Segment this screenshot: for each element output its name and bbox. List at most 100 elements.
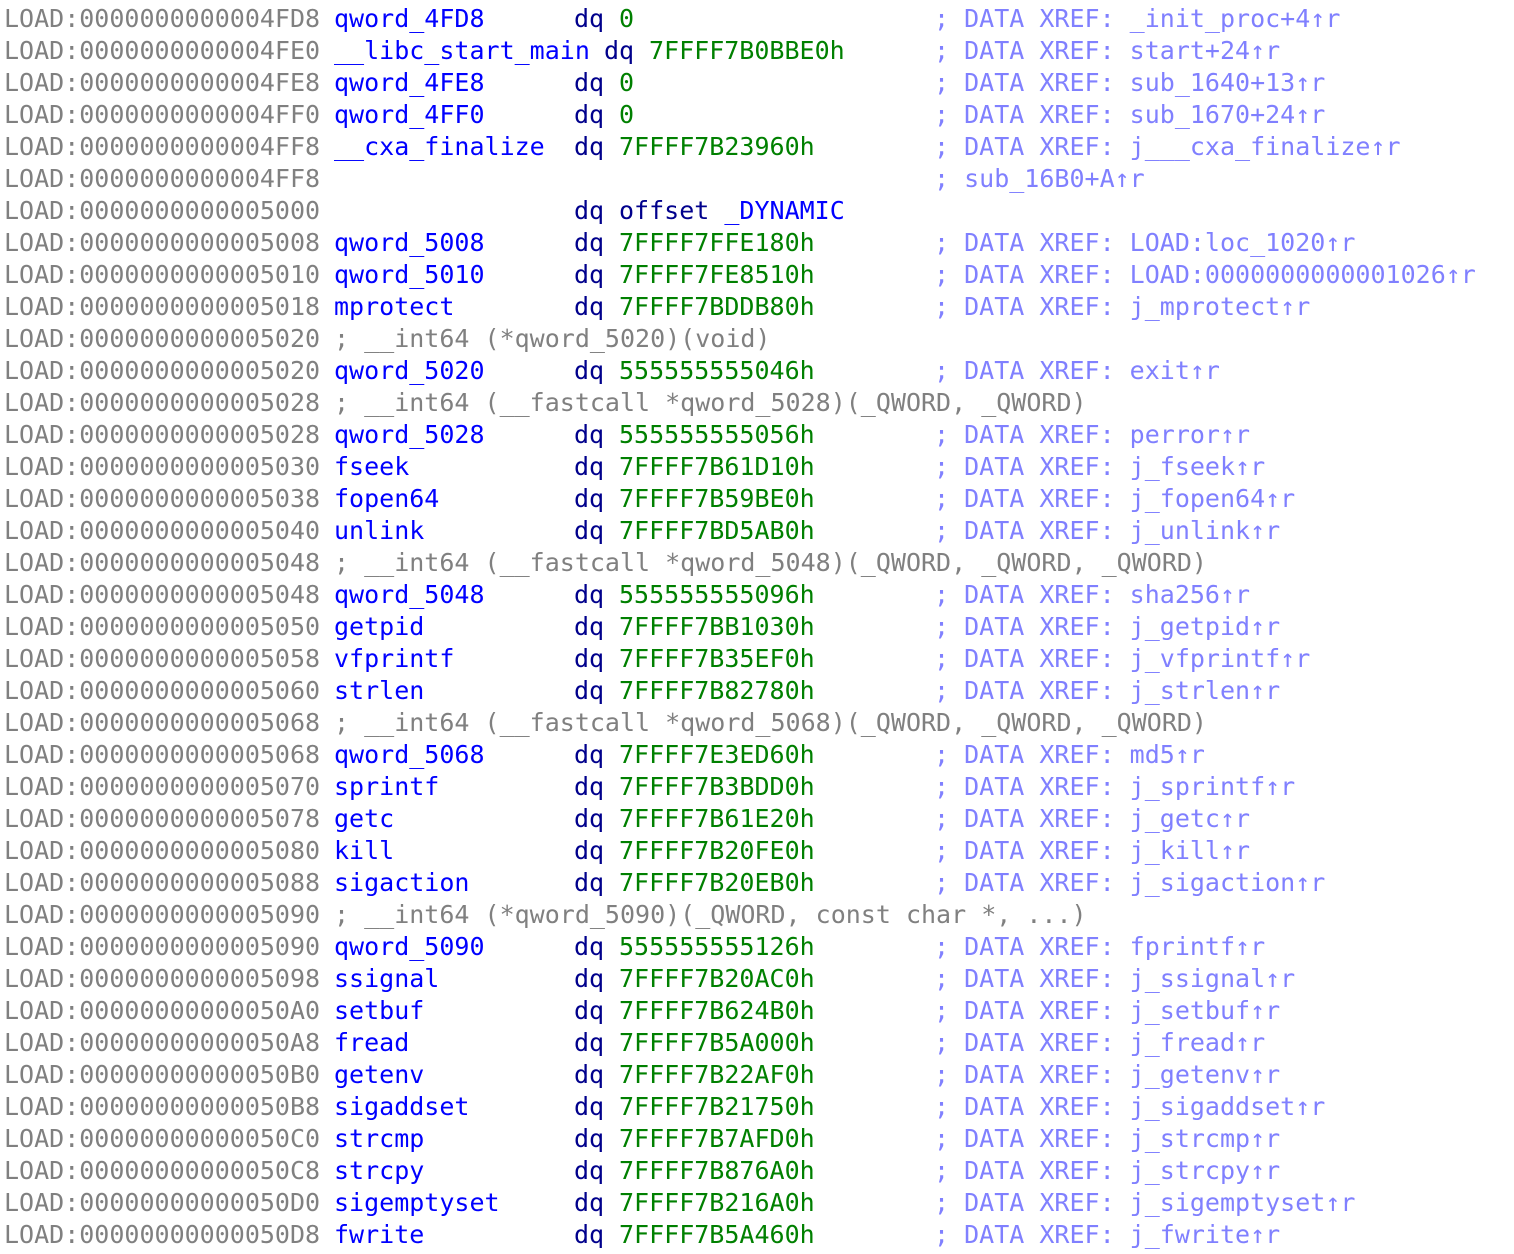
line-address[interactable]: LOAD:0000000000005068 <box>4 739 320 771</box>
line-address[interactable]: LOAD:0000000000005070 <box>4 771 320 803</box>
symbol-name[interactable]: strlen <box>334 675 424 707</box>
line-address[interactable]: LOAD:0000000000005018 <box>4 291 320 323</box>
line-address[interactable]: LOAD:0000000000005008 <box>4 227 320 259</box>
line-address[interactable]: LOAD:0000000000004FF8 <box>4 163 320 195</box>
symbol-name[interactable]: qword_5020 <box>334 355 485 387</box>
line-address[interactable]: LOAD:0000000000005068 <box>4 707 320 739</box>
line-address[interactable]: LOAD:0000000000005030 <box>4 451 320 483</box>
xref-comment[interactable]: ; DATA XREF: j_unlink↑r <box>934 515 1280 547</box>
line-address[interactable]: LOAD:0000000000005038 <box>4 483 320 515</box>
line-address[interactable]: LOAD:0000000000005050 <box>4 611 320 643</box>
xref-comment[interactable]: ; DATA XREF: perror↑r <box>934 419 1250 451</box>
line-address[interactable]: LOAD:0000000000005078 <box>4 803 320 835</box>
symbol-name[interactable]: qword_5068 <box>334 739 485 771</box>
symbol-name[interactable]: qword_5010 <box>334 259 485 291</box>
operand[interactable]: offset _DYNAMIC <box>619 195 845 227</box>
operand-symbol[interactable]: _DYNAMIC <box>724 196 844 225</box>
symbol-name[interactable]: qword_5028 <box>334 419 485 451</box>
xref-comment[interactable]: ; DATA XREF: j_fread↑r <box>934 1027 1265 1059</box>
symbol-name[interactable]: fseek <box>334 451 409 483</box>
symbol-name[interactable]: fopen64 <box>334 483 439 515</box>
xref-comment[interactable]: ; DATA XREF: exit↑r <box>934 355 1220 387</box>
line-address[interactable]: LOAD:0000000000005028 <box>4 387 320 419</box>
line-address[interactable]: LOAD:0000000000005000 <box>4 195 320 227</box>
xref-comment[interactable]: ; DATA XREF: _init_proc+4↑r <box>934 3 1340 35</box>
line-address[interactable]: LOAD:0000000000005060 <box>4 675 320 707</box>
xref-comment[interactable]: ; DATA XREF: j_sigaction↑r <box>934 867 1325 899</box>
symbol-name[interactable]: vfprintf <box>334 643 454 675</box>
xref-comment[interactable]: ; DATA XREF: sub_1670+24↑r <box>934 99 1325 131</box>
symbol-name[interactable]: sigaction <box>334 867 469 899</box>
line-address[interactable]: LOAD:0000000000005090 <box>4 899 320 931</box>
symbol-name[interactable]: sigaddset <box>334 1091 469 1123</box>
symbol-name[interactable]: __cxa_finalize <box>334 131 545 163</box>
xref-comment[interactable]: ; DATA XREF: j_strcmp↑r <box>934 1123 1280 1155</box>
xref-comment[interactable]: ; DATA XREF: md5↑r <box>934 739 1205 771</box>
xref-comment[interactable]: ; DATA XREF: j_getpid↑r <box>934 611 1280 643</box>
line-address[interactable]: LOAD:0000000000005020 <box>4 355 320 387</box>
line-address[interactable]: LOAD:0000000000004FE0 <box>4 35 320 67</box>
symbol-name[interactable]: qword_5090 <box>334 931 485 963</box>
symbol-name[interactable]: mprotect <box>334 291 454 323</box>
xref-comment[interactable]: ; DATA XREF: j_setbuf↑r <box>934 995 1280 1027</box>
line-address[interactable]: LOAD:0000000000005010 <box>4 259 320 291</box>
xref-comment[interactable]: ; DATA XREF: j_sprintf↑r <box>934 771 1295 803</box>
line-address[interactable]: LOAD:0000000000004FF0 <box>4 99 320 131</box>
xref-comment[interactable]: ; DATA XREF: j_kill↑r <box>934 835 1250 867</box>
xref-comment[interactable]: ; DATA XREF: sub_1640+13↑r <box>934 67 1325 99</box>
xref-comment[interactable]: ; DATA XREF: start+24↑r <box>934 35 1280 67</box>
line-address[interactable]: LOAD:00000000000050B0 <box>4 1059 320 1091</box>
line-address[interactable]: LOAD:0000000000004FF8 <box>4 131 320 163</box>
symbol-name[interactable]: qword_5048 <box>334 579 485 611</box>
symbol-name[interactable]: setbuf <box>334 995 424 1027</box>
xref-comment[interactable]: ; DATA XREF: j_fwrite↑r <box>934 1219 1280 1251</box>
line-address[interactable]: LOAD:0000000000005040 <box>4 515 320 547</box>
xref-comment[interactable]: ; DATA XREF: j_vfprintf↑r <box>934 643 1310 675</box>
xref-comment[interactable]: ; DATA XREF: j_fseek↑r <box>934 451 1265 483</box>
symbol-name[interactable]: qword_4FF0 <box>334 99 485 131</box>
xref-comment[interactable]: ; DATA XREF: j___cxa_finalize↑r <box>934 131 1401 163</box>
line-address[interactable]: LOAD:00000000000050D8 <box>4 1219 320 1251</box>
symbol-name[interactable]: fread <box>334 1027 409 1059</box>
xref-comment[interactable]: ; DATA XREF: j_getenv↑r <box>934 1059 1280 1091</box>
xref-comment[interactable]: ; DATA XREF: j_getc↑r <box>934 803 1250 835</box>
symbol-name[interactable]: getenv <box>334 1059 424 1091</box>
xref-comment[interactable]: ; DATA XREF: sha256↑r <box>934 579 1250 611</box>
xref-comment[interactable]: ; DATA XREF: j_sigemptyset↑r <box>934 1187 1355 1219</box>
line-address[interactable]: LOAD:00000000000050D0 <box>4 1187 320 1219</box>
symbol-name[interactable]: qword_4FD8 <box>334 3 485 35</box>
symbol-name[interactable]: getpid <box>334 611 424 643</box>
line-address[interactable]: LOAD:00000000000050A0 <box>4 995 320 1027</box>
symbol-name[interactable]: qword_5008 <box>334 227 485 259</box>
xref-comment[interactable]: ; DATA XREF: fprintf↑r <box>934 931 1265 963</box>
line-address[interactable]: LOAD:0000000000004FE8 <box>4 67 320 99</box>
line-address[interactable]: LOAD:0000000000005020 <box>4 323 320 355</box>
symbol-name[interactable]: strcmp <box>334 1123 424 1155</box>
line-address[interactable]: LOAD:0000000000005058 <box>4 643 320 675</box>
xref-comment[interactable]: ; DATA XREF: j_mprotect↑r <box>934 291 1310 323</box>
line-address[interactable]: LOAD:0000000000004FD8 <box>4 3 320 35</box>
line-address[interactable]: LOAD:0000000000005088 <box>4 867 320 899</box>
symbol-name[interactable]: sprintf <box>334 771 439 803</box>
line-address[interactable]: LOAD:0000000000005028 <box>4 419 320 451</box>
xref-comment[interactable]: ; DATA XREF: j_ssignal↑r <box>934 963 1295 995</box>
line-address[interactable]: LOAD:0000000000005090 <box>4 931 320 963</box>
xref-comment[interactable]: ; DATA XREF: j_strlen↑r <box>934 675 1280 707</box>
symbol-name[interactable]: unlink <box>334 515 424 547</box>
symbol-name[interactable]: __libc_start_main <box>334 35 590 67</box>
line-address[interactable]: LOAD:0000000000005098 <box>4 963 320 995</box>
xref-comment[interactable]: ; DATA XREF: LOAD:0000000000001026↑r <box>934 259 1476 291</box>
line-address[interactable]: LOAD:0000000000005048 <box>4 579 320 611</box>
line-address[interactable]: LOAD:0000000000005080 <box>4 835 320 867</box>
xref-comment[interactable]: ; sub_16B0+A↑r <box>934 163 1145 195</box>
xref-comment[interactable]: ; DATA XREF: j_fopen64↑r <box>934 483 1295 515</box>
symbol-name[interactable]: ssignal <box>334 963 439 995</box>
symbol-name[interactable]: qword_4FE8 <box>334 67 485 99</box>
symbol-name[interactable]: getc <box>334 803 394 835</box>
symbol-name[interactable]: kill <box>334 835 394 867</box>
symbol-name[interactable]: sigemptyset <box>334 1187 500 1219</box>
symbol-name[interactable]: strcpy <box>334 1155 424 1187</box>
xref-comment[interactable]: ; DATA XREF: j_sigaddset↑r <box>934 1091 1325 1123</box>
symbol-name[interactable]: fwrite <box>334 1219 424 1251</box>
line-address[interactable]: LOAD:00000000000050A8 <box>4 1027 320 1059</box>
